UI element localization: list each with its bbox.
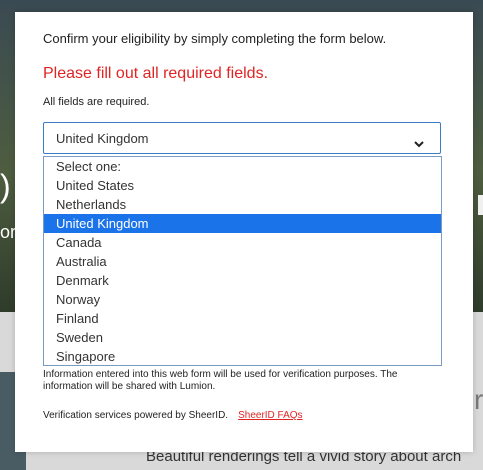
country-select[interactable]: United Kingdom [43, 122, 441, 154]
country-select-value: United Kingdom [56, 131, 149, 146]
required-note: All fields are required. [43, 96, 150, 108]
sheerid-faq-link[interactable]: SheerID FAQs [238, 410, 302, 421]
dropdown-option[interactable]: Select one: [44, 157, 441, 176]
powered-by-text: Verification services powered by SheerID… [43, 410, 229, 421]
dropdown-option[interactable]: Singapore [44, 347, 441, 366]
dropdown-option[interactable]: Denmark [44, 271, 441, 290]
error-message: Please fill out all required fields. [43, 65, 269, 82]
verification-modal: Confirm your eligibility by simply compl… [15, 12, 473, 452]
hero-text-fragment: or [0, 222, 17, 242]
heading-fragment: ro [474, 384, 483, 415]
country-dropdown-list[interactable]: Select one: United States Netherlands Unite… [43, 156, 442, 366]
privacy-notice: Information entered into this web form w… [43, 369, 398, 392]
dropdown-option[interactable]: Australia [44, 252, 441, 271]
chevron-down-icon [414, 135, 424, 153]
dropdown-option[interactable]: United States [44, 176, 441, 195]
footer: Verification services powered by SheerID… [43, 410, 303, 421]
dropdown-option[interactable]: Netherlands [44, 195, 441, 214]
dropdown-option[interactable]: Canada [44, 233, 441, 252]
dropdown-option[interactable]: United Kingdom [44, 214, 441, 233]
dropdown-option[interactable]: Norway [44, 290, 441, 309]
intro-text: Confirm your eligibility by simply compl… [43, 31, 387, 46]
dropdown-option[interactable]: Finland [44, 309, 441, 328]
hero-glyph: ) [0, 168, 11, 204]
dropdown-option[interactable]: Sweden [44, 328, 441, 347]
hero-edge-fragment [478, 195, 483, 215]
